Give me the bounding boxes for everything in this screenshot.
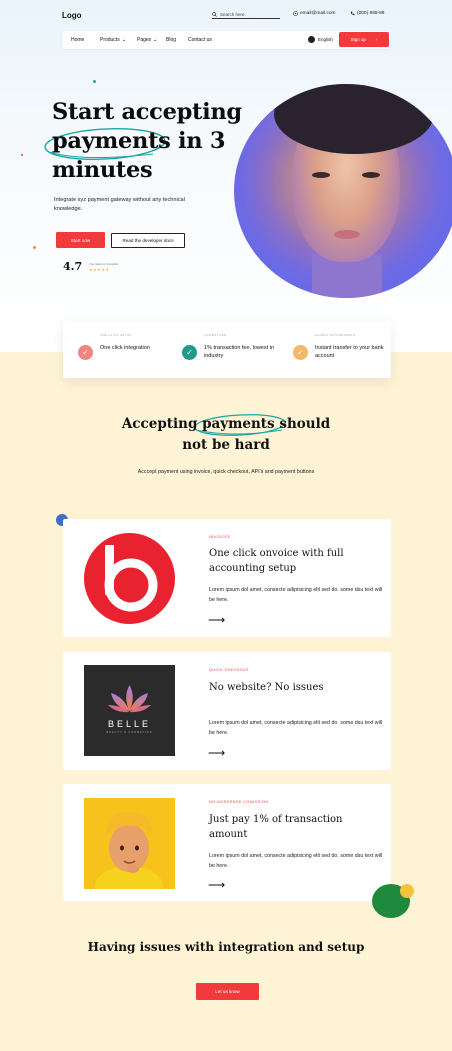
card-title: Just pay 1% of transaction amount	[209, 814, 343, 840]
rating-value: 4.7	[63, 260, 83, 273]
developer-docs-button[interactable]: Read the developer docs	[111, 233, 185, 248]
phone-icon	[350, 11, 355, 16]
portrait-eye	[312, 172, 330, 178]
rating-stars-icon: ★★★★★	[89, 267, 110, 272]
nav-blog-label: Blog	[166, 37, 177, 43]
section-subtitle: Acccept payment using invoice, quick che…	[137, 469, 315, 475]
let-us-know-button[interactable]: Let us know	[196, 983, 259, 1000]
chevron-down-icon: ⌄	[121, 37, 127, 43]
arrow-right-icon[interactable]: ⟶	[208, 614, 225, 626]
landing-page: Logo Search here. email@mail.com (000) 8…	[0, 0, 452, 1051]
language-selector[interactable]: English	[308, 36, 333, 43]
decor-dot	[400, 884, 414, 898]
feature-text: Instant transfer to your bank account	[315, 345, 384, 359]
section-title-line: Accepting payments should	[121, 416, 331, 432]
nav-contact[interactable]: Contact us	[188, 37, 212, 43]
nav-home[interactable]: Home	[71, 37, 84, 43]
hero-portrait-image	[234, 84, 452, 298]
signup-button[interactable]: Sign up ›	[339, 32, 389, 47]
mail-icon	[293, 11, 298, 16]
hero-description: Integrate xyz payment gateway without an…	[54, 197, 185, 212]
hero-title: Start accepting payments in 3 minutes	[52, 98, 252, 185]
avatar-3d-image	[84, 798, 175, 889]
hero-title-line: Start accepting	[52, 99, 242, 125]
nav-pages[interactable]: Pages ⌄	[137, 37, 158, 43]
beats-logo-image	[84, 533, 175, 624]
decor-dot	[33, 246, 36, 249]
section-title-line: not be hard	[182, 437, 270, 453]
logo[interactable]: Logo	[62, 11, 82, 20]
section-title: Accepting payments should not be hard	[0, 414, 452, 456]
hero-title-line: minutes	[52, 157, 153, 183]
nav-contact-label: Contact us	[188, 37, 212, 43]
phone-contact[interactable]: (000) 888-88	[350, 11, 384, 16]
decor-dot	[21, 154, 23, 156]
features-card: ONE CLICK SETUP ✓ One click integration …	[63, 321, 391, 378]
feature-card-invoices: INVOICES One click onvoice with full acc…	[63, 519, 391, 637]
portrait-eye	[362, 172, 380, 178]
search-placeholder: Search here.	[220, 11, 246, 17]
feature-tag: ONE CLICK SETUP	[100, 333, 132, 337]
arrow-right-icon[interactable]: ⟶	[208, 747, 225, 759]
search-input[interactable]: Search here.	[212, 10, 280, 19]
start-now-button[interactable]: Start now	[56, 232, 105, 248]
main-nav: Home Products ⌄ Pages ⌄ Blog Contact us En…	[62, 31, 390, 49]
hero-title-line: payments in 3	[52, 128, 226, 154]
card-body: Lorem ipsum dol amet, consecte adipisici…	[209, 587, 383, 603]
feature-tag: LOWEST FEE	[204, 333, 227, 337]
globe-icon	[308, 36, 315, 43]
arrow-right-icon: ›	[375, 37, 378, 42]
card-body: Lorem ipsum dol amet, consecte adipisici…	[209, 720, 383, 736]
card-title: One click onvoice with full accounting s…	[209, 548, 344, 574]
card-kicker: INVOICES	[209, 535, 231, 539]
card-kicker: NO-NONSENSE COMISSION	[209, 800, 269, 804]
check-icon: ✓	[78, 345, 93, 360]
portrait-lips	[334, 230, 360, 239]
arrow-right-icon[interactable]: ⟶	[208, 879, 225, 891]
check-icon: ✓	[293, 345, 308, 360]
phone-text: (000) 888-88	[357, 11, 385, 16]
belle-logo-image: BELLE BEAUTY & COSMETICS	[84, 665, 175, 756]
email-text: email@mail.com	[300, 11, 336, 16]
feature-text: 1% transaction fee, lowest in industry	[204, 345, 275, 359]
decor-dot	[93, 80, 96, 83]
rating-label: You rated on trustpilot	[89, 262, 119, 266]
language-label: English	[318, 37, 333, 42]
nav-products[interactable]: Products ⌄	[100, 37, 126, 43]
belle-subtitle: BEAUTY & COSMETICS	[106, 731, 153, 734]
feature-card-checkout: BELLE BEAUTY & COSMETICS QUICK CHECKOUT …	[63, 652, 391, 770]
card-body: Lorem ipsum dol amet, consecte adipisici…	[209, 853, 383, 869]
feature-tag: GLOBAL WITHDRAWALS	[315, 333, 356, 337]
nav-home-label: Home	[71, 37, 85, 43]
nav-products-label: Products	[100, 37, 120, 43]
feature-card-commission: NO-NONSENSE COMISSION Just pay 1% of tra…	[63, 784, 391, 901]
cartoon-avatar-icon	[84, 798, 175, 889]
email-contact[interactable]: email@mail.com	[293, 11, 336, 16]
nav-pages-label: Pages	[137, 37, 152, 43]
nav-blog[interactable]: Blog	[166, 37, 176, 43]
search-icon	[212, 11, 217, 17]
chevron-down-icon: ⌄	[152, 37, 158, 43]
card-kicker: QUICK CHECKOUT	[209, 668, 249, 672]
check-icon: ✓	[182, 345, 197, 360]
feature-text: One click integration	[100, 345, 150, 351]
beats-logo-icon	[84, 533, 175, 624]
belle-name: BELLE	[107, 719, 152, 729]
signup-label: Sign up	[350, 37, 366, 42]
cta-title: Having issues with integration and setup	[87, 940, 365, 954]
card-title: No website? No issues	[209, 682, 324, 693]
